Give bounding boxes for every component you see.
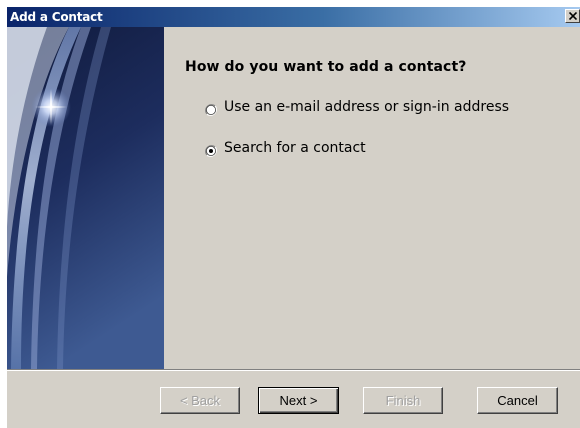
window-title: Add a Contact [10,10,103,24]
title-bar[interactable]: Add a Contact [7,7,580,27]
add-contact-dialog: Add a Contact How do you want to add a c… [6,7,580,428]
cancel-button[interactable]: Cancel [477,387,558,414]
wizard-side-banner [7,27,164,369]
radio-unselected-icon[interactable] [205,101,217,116]
finish-button[interactable]: Finish [363,387,443,414]
option-search-label: Search for a contact [224,140,366,156]
banner-graphic [7,27,164,369]
back-button[interactable]: < Back [160,387,240,414]
wizard-heading: How do you want to add a contact? [185,59,467,75]
wizard-content: How do you want to add a contact? Use an… [164,27,580,369]
close-icon [569,12,577,20]
option-email-label: Use an e-mail address or sign-in address [224,99,510,115]
radio-selected-icon[interactable] [205,142,217,157]
close-button[interactable] [565,9,580,23]
option-search-contact[interactable]: Search for a contact [205,139,366,157]
next-button[interactable]: Next > [258,387,339,414]
option-email-address[interactable]: Use an e-mail address or sign-in address [205,98,509,116]
button-bar: < Back Next > Finish Cancel [7,371,580,428]
